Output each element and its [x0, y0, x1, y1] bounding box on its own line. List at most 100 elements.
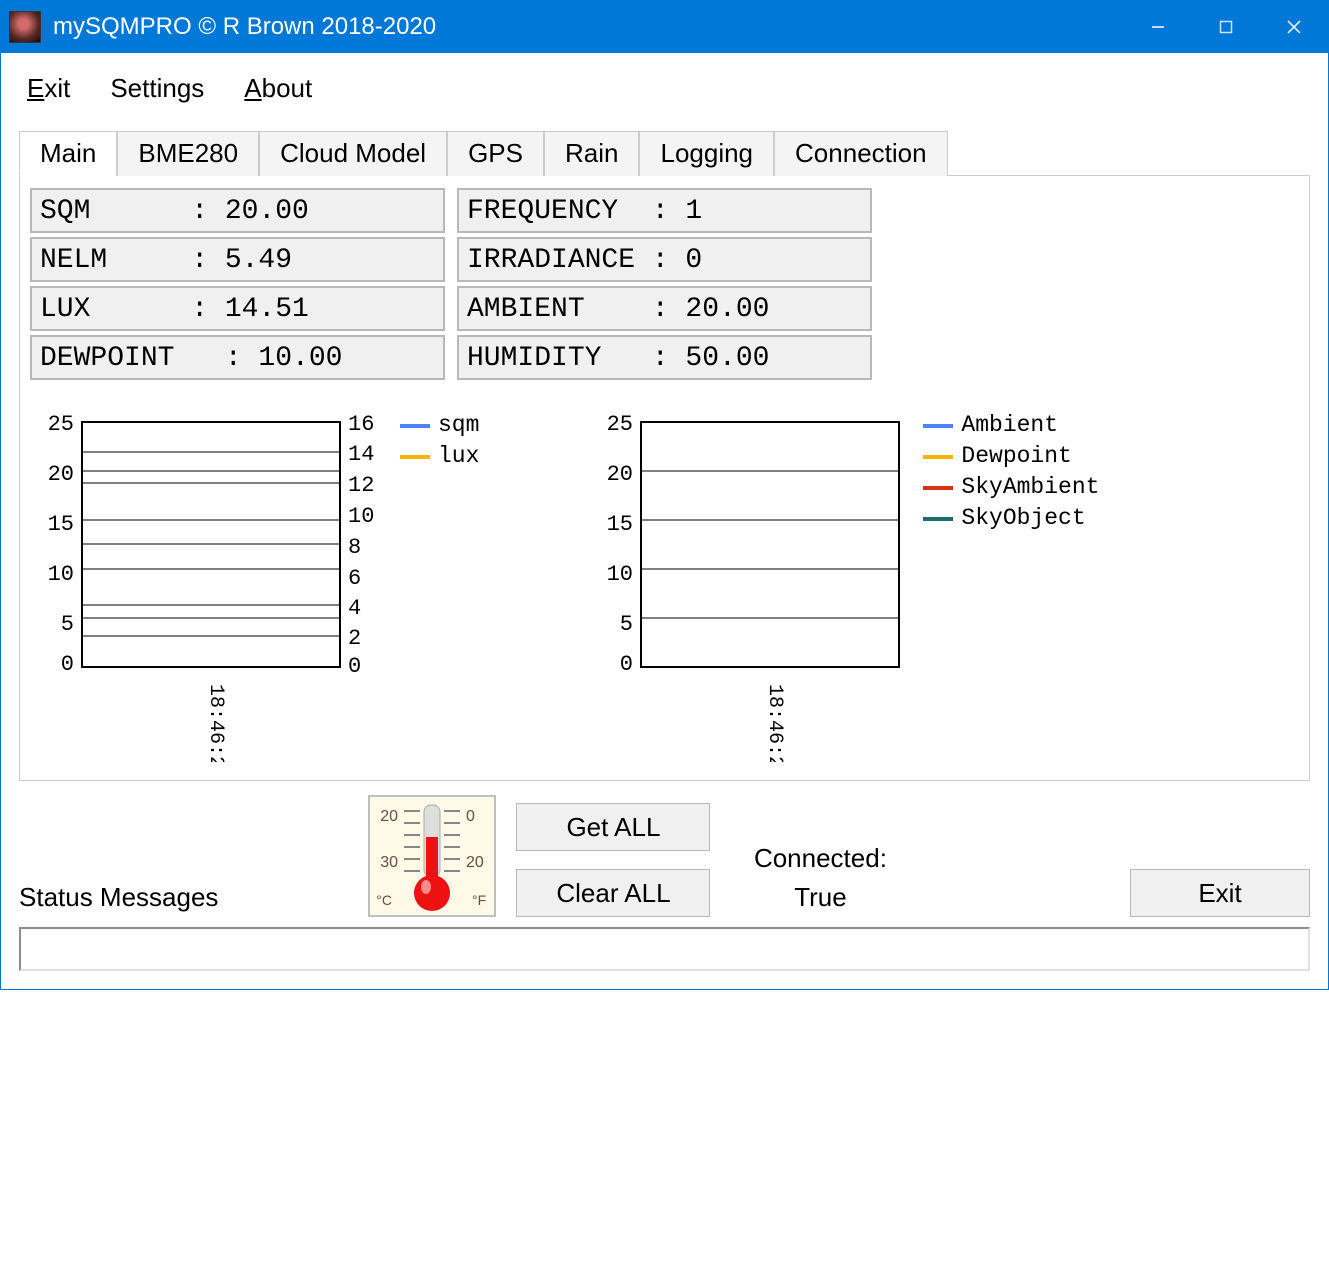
swatch-lux	[400, 455, 430, 459]
bottom-area: Status Messages 20 0 30 20 °C °F	[1, 781, 1328, 989]
menu-settings[interactable]: Settings	[110, 73, 204, 104]
legend-dewpoint-label: Dewpoint	[961, 441, 1071, 472]
thermo-tr: 0	[466, 808, 475, 825]
maximize-button[interactable]	[1192, 1, 1260, 53]
charts-row: 252015 1050	[30, 412, 1299, 762]
svg-text:5: 5	[61, 612, 74, 637]
svg-text:10: 10	[607, 562, 633, 587]
get-all-button[interactable]: Get ALL	[516, 803, 710, 851]
chart1-xtick: 18:46:25	[204, 684, 227, 762]
connection-label: Connected:	[730, 839, 910, 878]
chart2-xtick: 18:46:25	[763, 684, 786, 762]
svg-text:0: 0	[348, 654, 361, 679]
legend-skyambient: SkyAmbient	[923, 472, 1099, 503]
menu-about[interactable]: About	[244, 73, 312, 104]
reading-nelm: NELM : 5.49	[30, 237, 445, 282]
swatch-skyobject	[923, 517, 953, 521]
svg-text:10: 10	[348, 504, 374, 529]
action-buttons: Get ALL Clear ALL	[516, 803, 710, 917]
chart-temps-svg: 25 20 15 10 5 0 18:46:25	[589, 412, 923, 762]
thermo-f: °F	[472, 892, 486, 908]
legend-sqm-label: sqm	[438, 410, 479, 441]
chart-sqm-lux-svg: 25 20 15 10 5 0	[30, 412, 400, 762]
window-title: mySQMPRO © R Brown 2018-2020	[53, 13, 436, 41]
chart-sqm-lux: 25 20 15 10 5 0	[30, 412, 479, 762]
minimize-icon	[1151, 20, 1165, 34]
legend-lux: lux	[400, 441, 479, 472]
thermo-bl: 30	[381, 854, 399, 871]
svg-text:8: 8	[348, 535, 361, 560]
tab-main[interactable]: Main	[19, 131, 117, 176]
reading-humidity: HUMIDITY : 50.00	[457, 335, 872, 380]
thermo-br: 20	[466, 854, 484, 871]
app-window: mySQMPRO © R Brown 2018-2020 Exit Settin…	[0, 0, 1329, 990]
reading-lux: LUX : 14.51	[30, 286, 445, 331]
svg-text:20: 20	[607, 462, 633, 487]
svg-text:15: 15	[48, 512, 74, 537]
app-icon	[9, 11, 41, 43]
thermo-tl: 20	[381, 808, 399, 825]
menu-exit[interactable]: Exit	[27, 73, 70, 104]
reading-ambient: AMBIENT : 20.00	[457, 286, 872, 331]
swatch-dewpoint	[923, 455, 953, 459]
svg-text:5: 5	[620, 612, 633, 637]
thermometer-icon: 20 0 30 20 °C °F	[368, 795, 496, 917]
legend-dewpoint: Dewpoint	[923, 441, 1099, 472]
close-button[interactable]	[1260, 1, 1328, 53]
legend-skyobject: SkyObject	[923, 503, 1099, 534]
swatch-ambient	[923, 424, 953, 428]
svg-text:0: 0	[620, 652, 633, 677]
legend-lux-label: lux	[438, 441, 479, 472]
reading-frequency: FREQUENCY : 1	[457, 188, 872, 233]
chart2-legend: Ambient Dewpoint SkyAmbient SkyObject	[923, 410, 1099, 762]
readings-row: SQM : 20.00 NELM : 5.49 LUX : 14.51 DEWP…	[30, 188, 1299, 384]
clear-all-button[interactable]: Clear ALL	[516, 869, 710, 917]
tab-strip: Main BME280 Cloud Model GPS Rain Logging…	[19, 130, 1310, 176]
svg-text:16: 16	[348, 412, 374, 437]
legend-ambient: Ambient	[923, 410, 1099, 441]
tab-body-main: SQM : 20.00 NELM : 5.49 LUX : 14.51 DEWP…	[19, 176, 1310, 781]
svg-text:4: 4	[348, 596, 361, 621]
legend-ambient-label: Ambient	[961, 410, 1058, 441]
chart1-legend: sqm lux	[400, 410, 479, 762]
readings-right: FREQUENCY : 1 IRRADIANCE : 0 AMBIENT : 2…	[457, 188, 872, 384]
menu-exit-rest: xit	[44, 73, 70, 103]
menubar: Exit Settings About	[1, 53, 1328, 112]
status-messages-label: Status Messages	[19, 882, 218, 917]
tab-logging[interactable]: Logging	[639, 131, 774, 176]
reading-dewpoint: DEWPOINT : 10.00	[30, 335, 445, 380]
tab-cloud-model[interactable]: Cloud Model	[259, 131, 447, 176]
legend-sqm: sqm	[400, 410, 479, 441]
maximize-icon	[1219, 20, 1233, 34]
content-area: Main BME280 Cloud Model GPS Rain Logging…	[1, 112, 1328, 781]
swatch-sqm	[400, 424, 430, 428]
titlebar[interactable]: mySQMPRO © R Brown 2018-2020	[1, 1, 1328, 53]
bottom-controls: Status Messages 20 0 30 20 °C °F	[19, 795, 1310, 917]
tab-gps[interactable]: GPS	[447, 131, 544, 176]
legend-skyobject-label: SkyObject	[961, 503, 1085, 534]
thermo-c: °C	[377, 892, 393, 908]
reading-sqm: SQM : 20.00	[30, 188, 445, 233]
exit-button[interactable]: Exit	[1130, 869, 1310, 917]
svg-text:25: 25	[48, 412, 74, 437]
svg-text:6: 6	[348, 566, 361, 591]
svg-text:20: 20	[48, 462, 74, 487]
svg-text:15: 15	[607, 512, 633, 537]
tab-connection[interactable]: Connection	[774, 131, 948, 176]
svg-text:10: 10	[48, 562, 74, 587]
tab-bme280[interactable]: BME280	[117, 131, 259, 176]
minimize-button[interactable]	[1124, 1, 1192, 53]
tab-rain[interactable]: Rain	[544, 131, 639, 176]
close-icon	[1287, 20, 1301, 34]
readings-left: SQM : 20.00 NELM : 5.49 LUX : 14.51 DEWP…	[30, 188, 445, 384]
reading-irradiance: IRRADIANCE : 0	[457, 237, 872, 282]
swatch-skyambient	[923, 486, 953, 490]
legend-skyambient-label: SkyAmbient	[961, 472, 1099, 503]
svg-text:25: 25	[607, 412, 633, 437]
svg-text:2: 2	[348, 626, 361, 651]
connection-value: True	[730, 878, 910, 917]
menu-about-rest: bout	[262, 73, 313, 103]
status-messages-box	[19, 927, 1310, 971]
svg-text:14: 14	[348, 442, 374, 467]
chart-temps: 25 20 15 10 5 0 18:46:25 Ambient Dewpoint	[589, 412, 1099, 762]
